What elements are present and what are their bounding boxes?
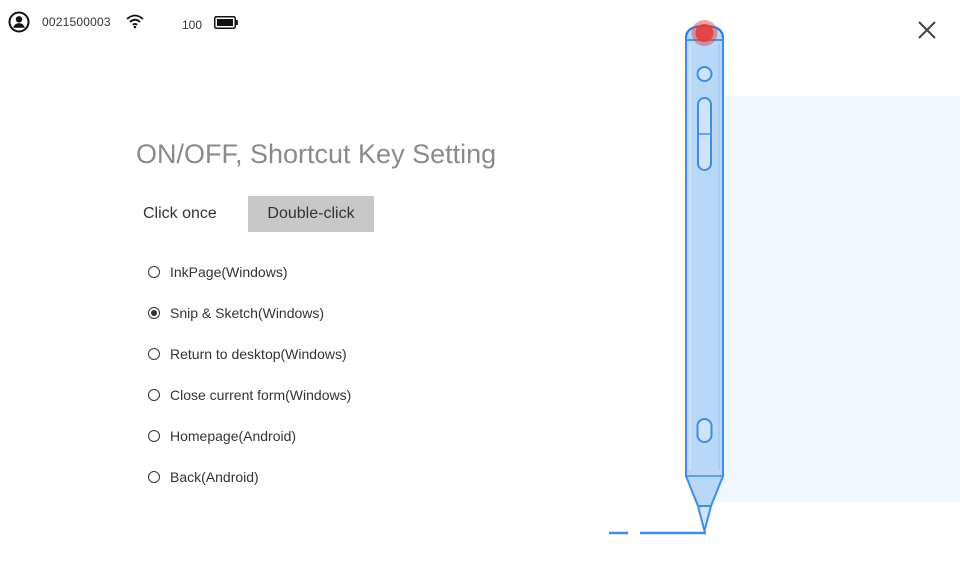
tab-click-once[interactable]: Click once (136, 196, 236, 232)
option-back[interactable]: Back(Android) (148, 467, 259, 487)
page-title: ON/OFF, Shortcut Key Setting (136, 139, 497, 169)
option-label: Back(Android) (170, 469, 259, 485)
pen-lower-button (696, 418, 713, 443)
pen-round-button (696, 66, 713, 82)
radio-button[interactable] (148, 266, 160, 278)
option-homepage[interactable]: Homepage(Android) (148, 426, 296, 446)
tab-double-click[interactable]: Double-click (248, 196, 374, 232)
option-label: Return to desktop(Windows) (170, 346, 347, 362)
wifi-icon (126, 14, 144, 29)
option-label: InkPage(Windows) (170, 264, 288, 280)
option-return-desktop[interactable]: Return to desktop(Windows) (148, 344, 347, 364)
close-button[interactable] (914, 17, 940, 43)
option-label: Homepage(Android) (170, 428, 297, 444)
status-bar: 0021500003 100 (8, 11, 268, 33)
device-id: 0021500003 (42, 15, 111, 29)
pen-nib (696, 505, 713, 535)
option-label: Close current form(Windows) (170, 387, 352, 403)
radio-button[interactable] (148, 389, 160, 401)
option-snip-sketch[interactable]: Snip & Sketch(Windows) (148, 303, 324, 323)
option-label: Snip & Sketch(Windows) (170, 305, 325, 321)
radio-button[interactable] (148, 430, 160, 442)
battery-icon (214, 16, 238, 29)
preview-panel (713, 96, 960, 502)
stylus-pen-illustration (609, 20, 724, 535)
radio-button[interactable] (148, 348, 160, 360)
close-icon (918, 21, 936, 39)
option-close-form[interactable]: Close current form(Windows) (148, 385, 351, 405)
radio-button[interactable] (148, 471, 160, 483)
battery-level: 100 (182, 18, 203, 32)
user-circle-icon (8, 11, 30, 33)
radio-button[interactable] (148, 307, 160, 319)
option-inkpage[interactable]: InkPage(Windows) (148, 262, 288, 282)
